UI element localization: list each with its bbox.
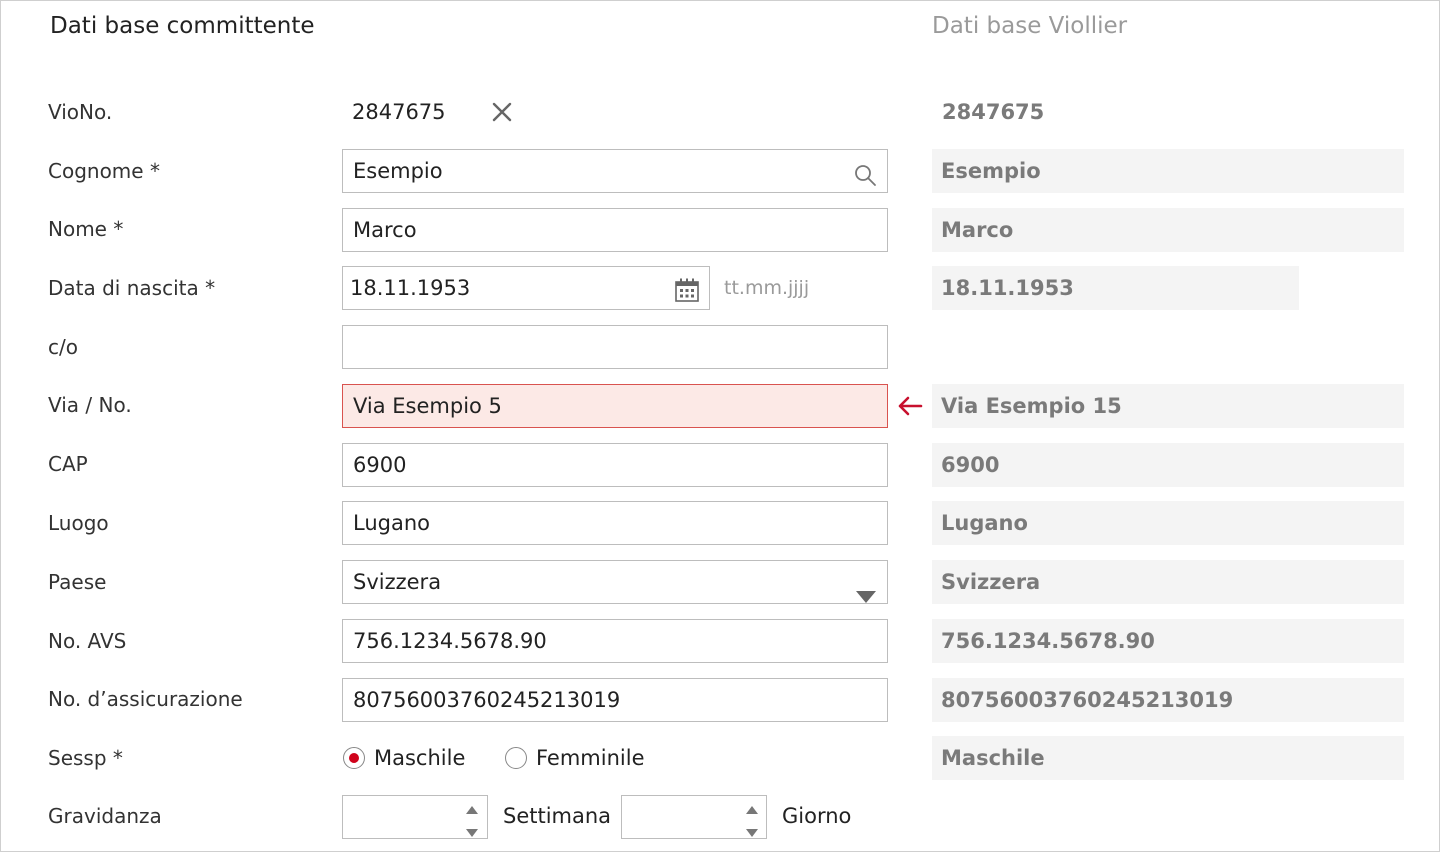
spinner-down-icon[interactable] xyxy=(465,823,479,842)
radio-maschile-label: Maschile xyxy=(374,746,466,770)
data-nascita-input[interactable]: 18.11.1953 xyxy=(342,266,710,310)
viollier-assicurazione: 80756003760245213019 xyxy=(932,678,1404,722)
spinner-up-icon[interactable] xyxy=(745,800,759,819)
viollier-nome: Marco xyxy=(932,208,1404,252)
viollier-data-nascita: 18.11.1953 xyxy=(932,266,1299,310)
viollier-paese: Svizzera xyxy=(932,560,1404,604)
viollier-vio-no: 2847675 xyxy=(942,100,1045,124)
viollier-luogo: Lugano xyxy=(932,501,1404,545)
label-nome: Nome * xyxy=(48,217,124,241)
close-icon[interactable] xyxy=(491,101,513,127)
viollier-cognome: Esempio xyxy=(932,149,1404,193)
section-title-viollier: Dati base Viollier xyxy=(932,13,1128,39)
viollier-sesso: Maschile xyxy=(932,736,1404,780)
avs-input[interactable]: 756.1234.5678.90 xyxy=(342,619,888,663)
radio-femminile[interactable]: Femminile xyxy=(505,736,645,780)
assicurazione-input[interactable]: 80756003760245213019 xyxy=(342,678,888,722)
arrow-left-icon[interactable] xyxy=(896,394,924,422)
label-paese: Paese xyxy=(48,570,107,594)
luogo-input[interactable]: Lugano xyxy=(342,501,888,545)
label-cap: CAP xyxy=(48,452,88,476)
label-cognome: Cognome * xyxy=(48,159,160,183)
vio-no-value: 2847675 xyxy=(352,100,446,124)
caret-down-icon[interactable] xyxy=(855,576,877,618)
cap-input[interactable]: 6900 xyxy=(342,443,888,487)
date-format-hint: tt.mm.jjjj xyxy=(724,277,810,299)
label-avs: No. AVS xyxy=(48,629,127,653)
cognome-input[interactable]: Esempio xyxy=(342,149,888,193)
nome-input[interactable]: Marco xyxy=(342,208,888,252)
radio-femminile-indicator[interactable] xyxy=(505,747,527,769)
radio-femminile-label: Femminile xyxy=(536,746,645,770)
label-data-nascita: Data di nascita * xyxy=(48,276,216,300)
via-input[interactable]: Via Esempio 5 xyxy=(342,384,888,428)
label-gravidanza: Gravidanza xyxy=(48,804,162,828)
co-input[interactable] xyxy=(342,325,888,369)
gravidanza-settimana-stepper[interactable] xyxy=(342,795,488,839)
radio-maschile-indicator[interactable] xyxy=(343,747,365,769)
paese-select[interactable]: Svizzera xyxy=(342,560,888,604)
search-icon[interactable] xyxy=(853,159,877,201)
viollier-avs: 756.1234.5678.90 xyxy=(932,619,1404,663)
gravidanza-giorno-stepper[interactable] xyxy=(621,795,767,839)
unit-giorno: Giorno xyxy=(782,804,852,828)
section-title-committente: Dati base committente xyxy=(50,13,315,39)
label-sesso: Sessp * xyxy=(48,746,123,770)
label-luogo: Luogo xyxy=(48,511,109,535)
radio-maschile[interactable]: Maschile xyxy=(343,736,465,780)
label-co: c/o xyxy=(48,335,78,359)
calendar-icon[interactable] xyxy=(674,275,700,317)
label-via: Via / No. xyxy=(48,393,132,417)
viollier-cap: 6900 xyxy=(932,443,1404,487)
spinner-up-icon[interactable] xyxy=(465,800,479,819)
label-assicurazione: No. d’assicurazione xyxy=(48,687,243,711)
spinner-down-icon[interactable] xyxy=(745,823,759,842)
unit-settimana: Settimana xyxy=(503,804,612,828)
label-vio-no: VioNo. xyxy=(48,100,113,124)
form-panel: Dati base committente Dati base Viollier… xyxy=(0,0,1440,852)
viollier-via: Via Esempio 15 xyxy=(932,384,1404,428)
